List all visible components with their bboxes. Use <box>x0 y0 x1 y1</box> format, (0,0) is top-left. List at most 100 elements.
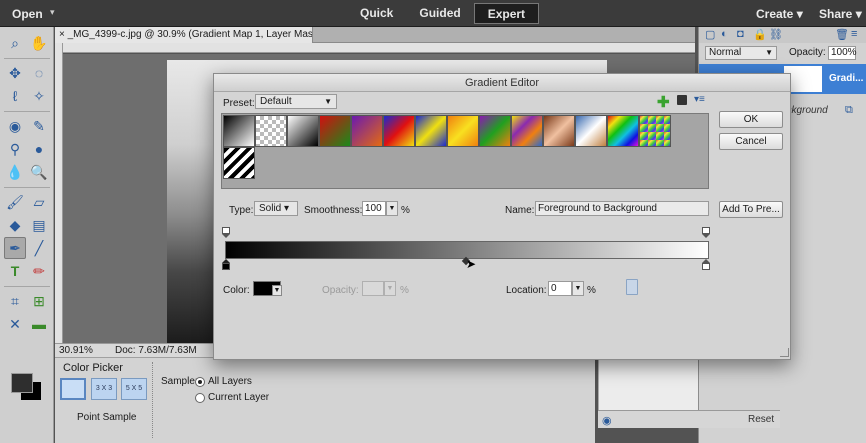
gradient-swatch[interactable] <box>447 115 479 147</box>
crop-tool-icon[interactable]: ⌗ <box>4 290 26 312</box>
point-sample-button[interactable] <box>60 378 86 400</box>
gradient-swatch[interactable] <box>575 115 607 147</box>
eyedropper-tool-icon[interactable]: ✒ <box>4 237 26 259</box>
color-stop-left[interactable] <box>222 259 230 270</box>
gradient-swatch[interactable] <box>511 115 543 147</box>
gradient-swatch[interactable] <box>639 115 671 147</box>
gradient-swatch[interactable] <box>479 115 511 147</box>
location-dropdown[interactable]: ▼ <box>572 281 584 296</box>
trash-icon[interactable]: 🗑 <box>835 28 849 41</box>
gradient-swatch[interactable] <box>223 147 255 179</box>
marquee-tool-icon[interactable]: ◌ <box>28 62 50 84</box>
gradient-swatch[interactable] <box>543 115 575 147</box>
type-tool-icon[interactable]: T <box>4 260 26 282</box>
sample-3x3-button[interactable]: 3 X 3 <box>91 378 117 400</box>
straighten-tool-icon[interactable]: ▬ <box>28 313 50 335</box>
gradient-name-field[interactable]: Foreground to Background <box>535 201 709 216</box>
opacity-stop-left[interactable] <box>222 227 230 238</box>
chevron-down-icon: ▼ <box>324 97 332 106</box>
burn-tool-icon[interactable]: 🔍 <box>28 161 50 183</box>
create-menu[interactable]: Create ▾ <box>756 7 803 21</box>
brush-tool-icon[interactable]: 🖌 <box>4 191 26 213</box>
vertical-ruler <box>55 43 63 343</box>
adjustment-layer-icon[interactable]: ◐ <box>721 28 728 40</box>
mode-expert[interactable]: Expert <box>473 3 540 24</box>
blur-tool-icon[interactable]: ● <box>28 138 50 160</box>
document-tab[interactable]: × _MG_4399-c.jpg @ 30.9% (Gradient Map 1… <box>55 27 313 43</box>
toolbox: ⌕ ✋ ✥ ◌ ℓ ✧ ◉ ✎ ⚲ ● 💧 🔍 🖌 ▱ ◆ ▤ ✒ ╱ T ✏ … <box>0 27 54 443</box>
gradient-swatch[interactable] <box>383 115 415 147</box>
smoothness-dropdown[interactable]: ▼ <box>386 201 398 216</box>
sample-all-layers-option[interactable]: All Layers <box>195 376 252 387</box>
resize-grip-icon[interactable] <box>780 348 789 357</box>
layer-opacity-field[interactable]: 100% <box>828 46 857 60</box>
gradient-swatch[interactable] <box>607 115 639 147</box>
opacity-stop-pointer <box>222 234 230 238</box>
paint-bucket-icon[interactable]: ◆ <box>4 214 26 236</box>
gradient-swatch[interactable] <box>319 115 351 147</box>
opacity-stop-right[interactable] <box>702 227 710 238</box>
sponge-tool-icon[interactable]: 💧 <box>4 161 26 183</box>
lock-icon[interactable]: 🔒 <box>753 28 767 41</box>
chevron-down-icon[interactable]: ▾ <box>50 7 55 18</box>
content-aware-move-icon[interactable]: ✕ <box>4 313 26 335</box>
color-stop-right[interactable] <box>702 259 710 270</box>
share-menu[interactable]: Share ▾ <box>819 7 862 21</box>
blend-mode-select[interactable]: Normal ▼ <box>705 46 777 60</box>
lasso-tool-icon[interactable]: ℓ <box>4 85 26 107</box>
preset-select[interactable]: Default ▼ <box>255 94 337 109</box>
gradient-type-select[interactable]: Solid ▾ <box>254 201 298 216</box>
gradient-swatch[interactable] <box>415 115 447 147</box>
reset-button[interactable]: Reset <box>748 414 774 425</box>
sample-5x5-button[interactable]: 5 X 5 <box>121 378 147 400</box>
zoom-tool-icon[interactable]: ⌕ <box>4 32 26 54</box>
add-to-preset-button[interactable]: Add To Pre... <box>719 201 783 218</box>
move-tool-icon[interactable]: ✥ <box>4 62 26 84</box>
cancel-button[interactable]: Cancel <box>719 133 783 150</box>
panel-menu-icon[interactable]: ≡ <box>851 28 857 40</box>
mode-quick[interactable]: Quick <box>347 3 406 24</box>
radio-current-layer[interactable] <box>195 392 205 403</box>
line-tool-icon[interactable]: ╱ <box>28 237 50 259</box>
gradient-tool-icon[interactable]: ▤ <box>28 214 50 236</box>
sample-current-layer-option[interactable]: Current Layer <box>195 392 269 403</box>
foreground-color-swatch[interactable] <box>11 373 33 393</box>
stop-color-dropdown[interactable]: ▼ <box>272 285 282 296</box>
mode-guided[interactable]: Guided <box>406 3 473 24</box>
magic-wand-icon[interactable]: ✧ <box>28 85 50 107</box>
radio-all-layers[interactable] <box>195 376 205 387</box>
recompose-tool-icon[interactable]: ⊞ <box>28 290 50 312</box>
smoothness-field[interactable]: 100 <box>362 201 386 216</box>
clone-stamp-icon[interactable]: ⚲ <box>4 138 26 160</box>
preset-scrollbar[interactable] <box>702 115 708 187</box>
pencil-tool-icon[interactable]: ✏ <box>28 260 50 282</box>
eraser-tool-icon[interactable]: ▱ <box>28 191 50 213</box>
opacity-stop-pointer <box>702 234 710 238</box>
gradient-swatch[interactable] <box>351 115 383 147</box>
gradient-swatch[interactable] <box>255 115 287 147</box>
link-icon[interactable]: ⛓ <box>769 28 783 41</box>
gradient-swatch[interactable] <box>223 115 255 147</box>
document-size: Doc: 7.63M/7.63M <box>115 345 197 356</box>
dialog-title[interactable]: Gradient Editor <box>214 74 790 92</box>
name-label: Name: <box>505 205 535 216</box>
new-layer-icon[interactable]: ▢ <box>705 28 715 41</box>
color-stop-box <box>222 263 230 270</box>
hand-tool-icon[interactable]: ✋ <box>28 32 50 54</box>
tool-options-bar: Color Picker 3 X 3 5 X 5 Point Sample Sa… <box>55 357 595 443</box>
open-menu[interactable]: Open <box>12 7 43 21</box>
stop-color-label: Color: <box>223 285 250 296</box>
layer-mask-icon[interactable]: ◘ <box>737 28 744 40</box>
ok-button[interactable]: OK <box>719 111 783 128</box>
location-field[interactable]: 0 <box>548 281 572 296</box>
gradient-swatch[interactable] <box>287 115 319 147</box>
stop-opacity-dropdown: ▼ <box>384 281 396 296</box>
delete-stop-trash-icon[interactable] <box>626 279 638 295</box>
visibility-icon[interactable]: ◉ <box>602 414 612 427</box>
preset-menu-icon[interactable]: ▾≡ <box>694 94 705 105</box>
add-preset-icon[interactable]: ✚ <box>657 93 670 111</box>
layer-link-icon[interactable]: ⧉ <box>845 104 853 117</box>
red-eye-tool-icon[interactable]: ◉ <box>4 115 26 137</box>
spot-healing-icon[interactable]: ✎ <box>28 115 50 137</box>
save-icon[interactable] <box>677 95 687 105</box>
